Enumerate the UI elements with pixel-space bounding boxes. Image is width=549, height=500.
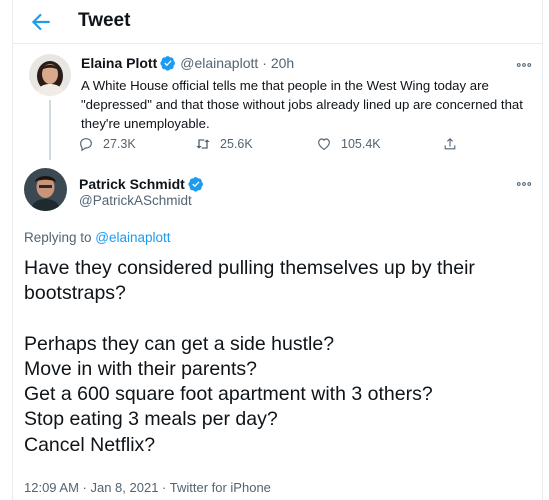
more-options-button[interactable] <box>515 175 533 193</box>
like-button[interactable]: 105.4K <box>316 134 381 154</box>
back-button[interactable] <box>28 9 54 35</box>
more-options-button[interactable] <box>515 56 533 74</box>
avatar[interactable] <box>29 54 71 96</box>
retweet-icon <box>196 139 210 149</box>
retweet-count: 25.6K <box>220 137 253 151</box>
replying-to: Replying to @elainaplott <box>24 230 171 245</box>
reply-mention-link[interactable]: @elainaplott <box>95 230 170 245</box>
tweet-line: Stop eating 3 meals per day? <box>24 408 278 431</box>
page-title: Tweet <box>78 10 131 31</box>
heart-icon <box>318 138 330 150</box>
page-header: Tweet <box>12 0 542 44</box>
tweet-author: Elaina Plott @elainaplott · 20h <box>81 55 294 71</box>
reply-button[interactable]: 27.3K <box>78 134 136 154</box>
tweet-line: Perhaps they can get a side hustle? <box>24 332 335 355</box>
author-name[interactable]: Patrick Schmidt <box>79 176 185 192</box>
arrow-left-icon <box>31 13 50 31</box>
reply-icon <box>80 138 92 152</box>
reply-count: 27.3K <box>103 137 136 151</box>
tweet-text: Have they considered pulling themselves … <box>24 256 534 458</box>
more-horizontal-icon <box>516 182 532 186</box>
tweet-line: Move in with their parents? <box>24 357 258 380</box>
verified-badge-icon <box>188 177 203 192</box>
tweet-line: Cancel Netflix? <box>24 433 156 456</box>
share-icon <box>444 138 456 150</box>
tweet-detail-view: Tweet Elaina Plott @elainaplott · 20h A Wh… <box>0 0 549 500</box>
more-horizontal-icon <box>516 63 532 67</box>
retweet-button[interactable]: 25.6K <box>195 134 253 154</box>
tweet-actions: 27.3K 25.6K 105.4K <box>78 134 478 154</box>
replying-to-label: Replying to <box>24 230 96 245</box>
tweet-author: Patrick Schmidt <box>79 176 204 192</box>
tweet-line: Get a 600 square foot apartment with 3 o… <box>24 383 433 406</box>
author-handle[interactable]: @PatrickASchmidt <box>79 193 192 208</box>
verified-badge-icon <box>160 56 176 71</box>
tweet-line: Have they considered pulling themselves … <box>24 257 475 305</box>
author-name[interactable]: Elaina Plott <box>81 55 157 71</box>
thread-connector <box>49 100 51 160</box>
tweet-timestamp[interactable]: 12:09 AM · Jan 8, 2021 · Twitter for iPh… <box>24 480 271 495</box>
author-handle[interactable]: @elainaplott <box>180 55 258 71</box>
share-button[interactable] <box>442 134 467 154</box>
tweet-text: A White House official tells me that peo… <box>81 78 523 131</box>
right-border <box>542 0 543 500</box>
avatar[interactable] <box>24 168 67 211</box>
left-border <box>12 0 13 500</box>
tweet-time[interactable]: · 20h <box>262 55 294 71</box>
like-count: 105.4K <box>341 137 381 151</box>
